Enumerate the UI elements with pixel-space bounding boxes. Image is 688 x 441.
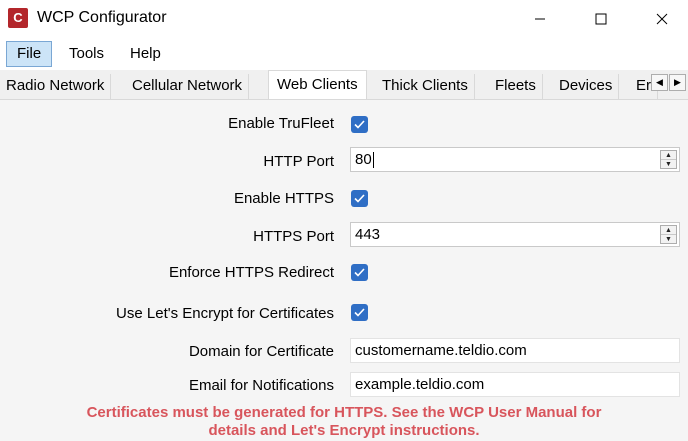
tab-radio-network[interactable]: Radio Network [0,74,112,99]
maximize-icon [595,13,607,25]
email-value: example.teldio.com [355,376,485,393]
enforce-https-redirect-checkbox[interactable] [351,264,368,281]
enable-trufleet-checkbox[interactable] [351,116,368,133]
close-icon [656,13,668,25]
https-port-spinner[interactable]: ▲ ▼ [660,225,677,244]
certificate-warning: Certificates must be generated for HTTPS… [20,404,668,440]
email-label: Email for Notifications [188,377,334,394]
maximize-button[interactable] [578,0,624,38]
https-port-value: 443 [355,226,381,243]
http-port-spinner[interactable]: ▲ ▼ [660,150,677,169]
spin-down-icon[interactable]: ▼ [661,235,676,244]
domain-value: customername.teldio.com [355,342,527,359]
tab-cellular-network[interactable]: Cellular Network [126,74,250,99]
https-port-label: HTTPS Port [253,228,334,245]
menu-help[interactable]: Help [119,41,172,67]
use-lets-encrypt-label: Use Let's Encrypt for Certificates [116,305,334,322]
tab-scroll-right-icon[interactable]: ▶ [669,74,686,91]
title-bar: C WCP Configurator [0,0,688,38]
tab-fleets[interactable]: Fleets [489,74,543,99]
domain-input[interactable]: customername.teldio.com [350,338,680,363]
menu-tools[interactable]: Tools [58,41,115,67]
enable-trufleet-label: Enable TruFleet [228,115,334,132]
tab-thick-clients[interactable]: Thick Clients [376,74,475,99]
http-port-value: 80 [355,151,372,168]
spin-up-icon[interactable]: ▲ [661,151,676,160]
checkmark-icon [354,268,365,277]
spin-down-icon[interactable]: ▼ [661,160,676,169]
email-input[interactable]: example.teldio.com [350,372,680,397]
minimize-icon [535,18,545,20]
warning-line-2: details and Let's Encrypt instructions. [208,422,480,439]
enable-https-label: Enable HTTPS [233,190,334,207]
menu-bar: File Tools Help [0,38,688,70]
tab-scroll-left-icon[interactable]: ◀ [651,74,668,91]
use-lets-encrypt-checkbox[interactable] [351,304,368,321]
spin-up-icon[interactable]: ▲ [661,226,676,235]
checkmark-icon [354,194,365,203]
tab-strip: Radio Network Cellular Network Web Clien… [0,70,688,100]
http-port-label: HTTP Port [263,153,334,170]
window-title: WCP Configurator [37,9,167,26]
menu-file[interactable]: File [6,41,53,67]
tab-devices[interactable]: Devices [553,74,620,99]
app-icon: C [8,8,28,28]
http-port-input[interactable]: 80 ▲ ▼ [350,147,680,172]
checkmark-icon [354,120,365,129]
tab-web-clients[interactable]: Web Clients [268,70,367,99]
enable-https-checkbox[interactable] [351,190,368,207]
text-caret [372,152,374,169]
warning-line-1: Certificates must be generated for HTTPS… [86,404,602,421]
https-port-input[interactable]: 443 ▲ ▼ [350,222,680,247]
checkmark-icon [354,308,365,317]
domain-label: Domain for Certificate [188,343,334,360]
enforce-https-redirect-label: Enforce HTTPS Redirect [168,264,334,281]
minimize-button[interactable] [517,0,563,38]
close-button[interactable] [639,0,685,38]
